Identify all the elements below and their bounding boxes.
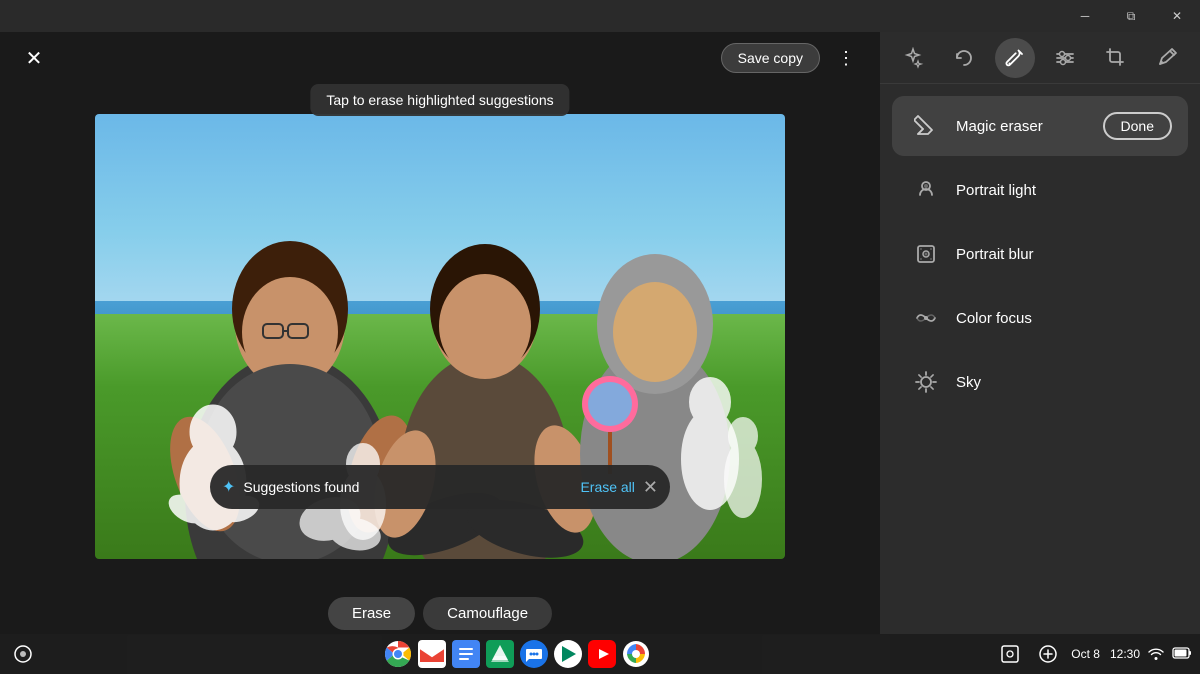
portrait-light-label: Portrait light — [956, 182, 1172, 199]
camouflage-button[interactable]: Camouflage — [423, 597, 552, 630]
tools-list: Magic eraser Done Portrait light — [880, 84, 1200, 634]
datetime-display[interactable]: Oct 8 12:30 — [1071, 647, 1140, 661]
right-panel: Magic eraser Done Portrait light — [880, 32, 1200, 634]
portrait-blur-tool[interactable]: Portrait blur — [892, 224, 1188, 284]
main-area: ✕ Save copy ⋮ Tap to erase highlighted s… — [0, 32, 1200, 634]
tools-icon[interactable] — [995, 38, 1035, 78]
magic-eraser-icon — [908, 108, 944, 144]
add-icon[interactable] — [1033, 639, 1063, 669]
sky-label: Sky — [956, 374, 1172, 391]
wifi-icon — [1148, 645, 1164, 664]
window-close-button[interactable]: ✕ — [1154, 0, 1200, 32]
date-text: Oct 8 — [1071, 647, 1100, 661]
close-editor-button[interactable]: ✕ — [16, 40, 52, 76]
suggestions-text: Suggestions found — [243, 479, 572, 495]
adjust-icon[interactable] — [1045, 38, 1085, 78]
taskbar-center — [38, 640, 995, 668]
color-focus-tool[interactable]: Color focus — [892, 288, 1188, 348]
sky-tool[interactable]: Sky — [892, 352, 1188, 412]
messages-app-icon[interactable] — [520, 640, 548, 668]
taskbar-right: Oct 8 12:30 — [995, 639, 1192, 669]
sky-icon — [908, 364, 944, 400]
panel-toolbar — [880, 32, 1200, 84]
suggestions-bar: ✦ Suggestions found Erase all ✕ — [210, 465, 670, 509]
suggestions-close-button[interactable]: ✕ — [643, 478, 658, 496]
color-focus-icon — [908, 300, 944, 336]
gmail-app-icon[interactable] — [418, 640, 446, 668]
more-options-button[interactable]: ⋮ — [828, 40, 864, 76]
chrome-app-icon[interactable] — [384, 640, 412, 668]
taskbar: Oct 8 12:30 — [0, 634, 1200, 674]
portrait-light-icon — [908, 172, 944, 208]
erase-all-button[interactable]: Erase all — [580, 479, 634, 495]
magic-eraser-tool[interactable]: Magic eraser Done — [892, 96, 1188, 156]
time-text: 12:30 — [1110, 647, 1140, 661]
portrait-blur-icon — [908, 236, 944, 272]
title-bar: ─ ⧉ ✕ — [0, 0, 1200, 32]
magic-eraser-label: Magic eraser — [956, 118, 1091, 135]
camera-icon[interactable] — [8, 639, 38, 669]
taskbar-left — [8, 639, 38, 669]
top-bar-right: Save copy ⋮ — [721, 40, 864, 76]
minimize-button[interactable]: ─ — [1062, 0, 1108, 32]
erase-tooltip: Tap to erase highlighted suggestions — [310, 84, 569, 116]
photo-area: ✕ Save copy ⋮ Tap to erase highlighted s… — [0, 32, 880, 634]
portrait-blur-label: Portrait blur — [956, 246, 1172, 263]
done-button[interactable]: Done — [1103, 112, 1172, 140]
crop-icon[interactable] — [1096, 38, 1136, 78]
auto-icon[interactable] — [893, 38, 933, 78]
maximize-button[interactable]: ⧉ — [1108, 0, 1154, 32]
youtube-app-icon[interactable] — [588, 640, 616, 668]
action-buttons: Erase Camouflage — [328, 597, 552, 630]
drive-app-icon[interactable] — [486, 640, 514, 668]
suggestions-sparkle-icon: ✦ — [222, 477, 235, 497]
erase-button[interactable]: Erase — [328, 597, 415, 630]
save-copy-button[interactable]: Save copy — [721, 43, 820, 73]
screen-capture-icon[interactable] — [995, 639, 1025, 669]
portrait-light-tool[interactable]: Portrait light — [892, 160, 1188, 220]
play-app-icon[interactable] — [554, 640, 582, 668]
color-focus-label: Color focus — [956, 310, 1172, 327]
rotate-icon[interactable] — [944, 38, 984, 78]
battery-icon — [1172, 647, 1192, 662]
title-bar-controls: ─ ⧉ ✕ — [1062, 0, 1200, 32]
photo-top-bar: ✕ Save copy ⋮ — [0, 32, 880, 84]
docs-app-icon[interactable] — [452, 640, 480, 668]
photos-app-icon[interactable] — [622, 640, 650, 668]
markup-icon[interactable] — [1147, 38, 1187, 78]
photo-container: ✦ Suggestions found Erase all ✕ — [95, 114, 785, 559]
